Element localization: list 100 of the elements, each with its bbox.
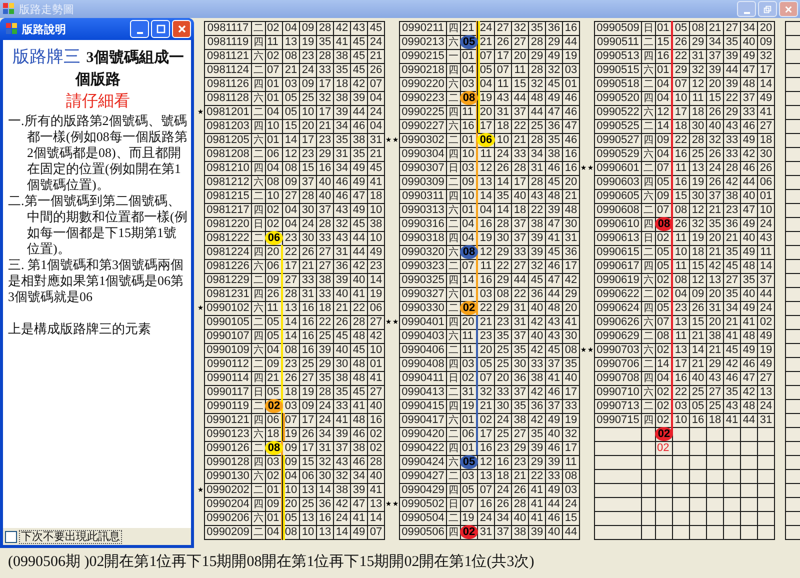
table-cell: 39: [529, 442, 545, 455]
table-cell: 0990624: [595, 302, 641, 315]
table-cell: 二: [252, 106, 265, 119]
table-cell: 40: [563, 372, 579, 385]
table-cell: 19: [758, 344, 774, 357]
table-cell: 05: [283, 92, 299, 105]
table-cell: 16: [317, 162, 333, 175]
table-cell: 32: [334, 470, 350, 483]
table-cell: 29: [563, 288, 579, 301]
table-cell: 03: [673, 400, 689, 413]
table-cell: 38: [529, 372, 545, 385]
table-cell: 二: [447, 92, 460, 105]
table-cell: 46: [563, 106, 579, 119]
table-cell: 六: [642, 106, 655, 119]
table-cell: 33: [300, 274, 316, 287]
table-cell: 24: [478, 512, 494, 525]
table-cell: 24: [300, 218, 316, 231]
table-cell: 05: [656, 246, 672, 259]
table-cell: 37: [334, 442, 350, 455]
table-cell: 0981217: [205, 204, 251, 217]
table-cell: 11: [266, 302, 282, 315]
table-cell: 01: [266, 484, 282, 497]
table-cell: 39: [724, 78, 740, 91]
table-cell: 0990411: [400, 372, 446, 385]
table-cell: 18: [266, 428, 282, 441]
table-cell: 30: [495, 400, 511, 413]
table-cell: 11: [690, 92, 706, 105]
table-cell: 43: [724, 120, 740, 133]
table-cell: 41: [758, 106, 774, 119]
checkbox-label[interactable]: 下次不要出現此訊息: [19, 530, 122, 544]
table-cell: 38: [546, 148, 562, 161]
table-cell: 02: [368, 442, 384, 455]
table-cell: 42: [563, 274, 579, 287]
table-cell: 0990330: [400, 302, 446, 315]
table-cell: 26: [300, 428, 316, 441]
table-cell: 35: [495, 330, 511, 343]
table-cell: 19: [368, 288, 384, 301]
table-cell: 0990220: [400, 78, 446, 91]
table-cell: 12: [478, 162, 494, 175]
table-cell: 05: [461, 484, 477, 497]
maximize-icon: [156, 24, 166, 34]
table-cell: 二: [252, 22, 265, 35]
table-cell: 0990325: [400, 274, 446, 287]
table-cell: 33: [512, 246, 528, 259]
table-cell: 42: [741, 148, 757, 161]
table-cell: 48: [563, 204, 579, 217]
table-cell: 29: [707, 358, 723, 371]
table-cell: 21: [478, 400, 494, 413]
table-cell: 0990605: [595, 190, 641, 203]
table-cell: 0990114: [205, 372, 251, 385]
table-cell: 46: [741, 358, 757, 371]
table-cell: 23: [317, 134, 333, 147]
table-cell: 34: [495, 512, 511, 525]
table-cell: 0990117: [205, 386, 251, 399]
table-cell: 14: [656, 358, 672, 371]
table-cell: 05: [673, 22, 689, 35]
table-cell: 二: [642, 400, 655, 413]
table-cell: 0990202: [205, 484, 251, 497]
table-cell: 23: [300, 50, 316, 63]
highlighted-number: 08: [460, 245, 478, 259]
table-cell: 18: [368, 190, 384, 203]
table-cell: 42: [529, 414, 545, 427]
table-cell: 0981121: [205, 50, 251, 63]
table-cell: 04: [656, 372, 672, 385]
table-cell: 44: [351, 106, 367, 119]
table-cell: 二: [252, 442, 265, 455]
table-cell: 24: [368, 36, 384, 49]
table-cell: 37: [512, 386, 528, 399]
table-cell: 16: [673, 148, 689, 161]
table-cell: 29: [690, 36, 706, 49]
close-button[interactable]: [779, 1, 798, 17]
table-cell: 二: [642, 288, 655, 301]
table-cell: 09: [461, 176, 477, 189]
table-cell: 40: [741, 288, 757, 301]
table-cell: 21: [707, 22, 723, 35]
table-cell: 13: [673, 316, 689, 329]
table-cell: 28: [283, 288, 299, 301]
table-cell: 29: [495, 302, 511, 315]
table-cell: 49: [351, 162, 367, 175]
table-cell: 35: [546, 134, 562, 147]
table-cell: 01: [656, 22, 672, 35]
table-cell: 0990209: [205, 526, 251, 539]
table-cell: 0990427: [400, 470, 446, 483]
table-cell: 08: [563, 344, 579, 357]
checkbox[interactable]: [5, 530, 17, 542]
table-cell: 二: [252, 484, 265, 497]
table-cell: 16: [461, 120, 477, 133]
table-cell: 四: [447, 316, 460, 329]
table-cell: 41: [724, 414, 740, 427]
table-cell: 0990415: [400, 400, 446, 413]
table-cell: 14: [690, 344, 706, 357]
table-cell: 33: [334, 400, 350, 413]
table-cell: 11: [673, 232, 689, 245]
table-cell: 46: [724, 372, 740, 385]
table-cell: 26: [707, 176, 723, 189]
maximize-button[interactable]: [151, 20, 170, 38]
table-cell: 27: [368, 386, 384, 399]
table-cell: 日: [252, 386, 265, 399]
table-cell: 39: [334, 274, 350, 287]
table-cell: 27: [758, 372, 774, 385]
